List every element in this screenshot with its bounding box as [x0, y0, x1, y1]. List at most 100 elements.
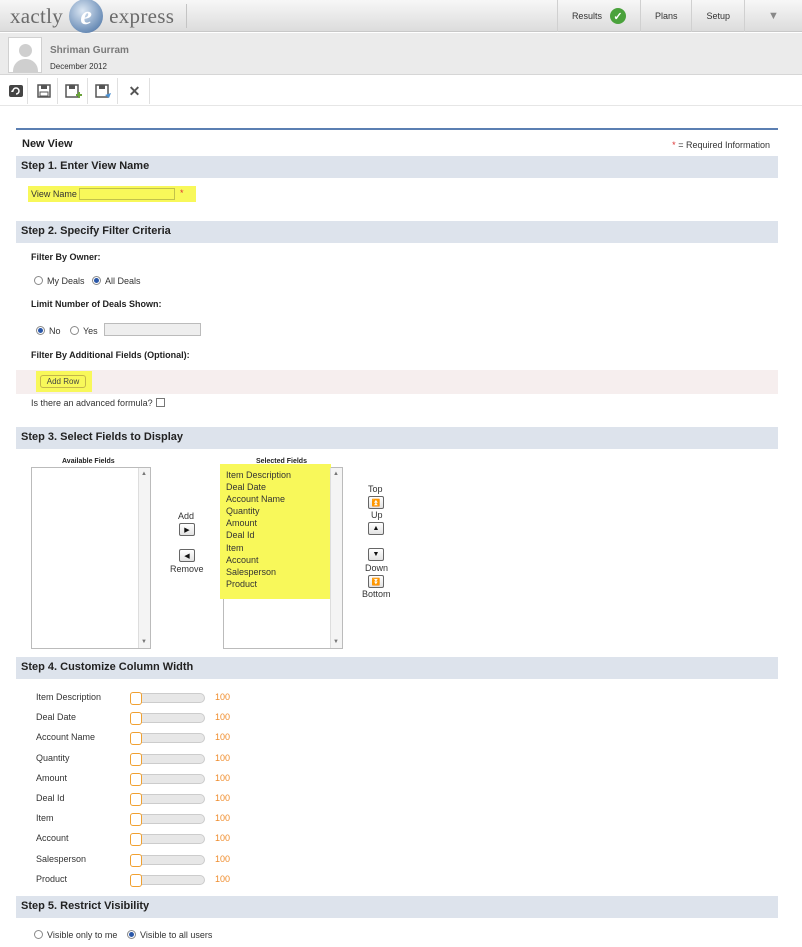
step4-header: Step 4. Customize Column Width: [16, 657, 778, 679]
move-top-button[interactable]: ⏫: [368, 496, 384, 509]
move-bottom-button[interactable]: ⏬: [368, 575, 384, 588]
selected-field-item[interactable]: Amount: [226, 517, 291, 529]
available-fields-label: Available Fields: [62, 458, 115, 465]
add-row-button[interactable]: Add Row: [40, 375, 86, 388]
visibility-option-me[interactable]: Visible only to me: [34, 930, 117, 940]
column-width-slider[interactable]: [130, 772, 205, 786]
close-button[interactable]: ✕: [120, 78, 150, 104]
selected-field-item[interactable]: Deal Id: [226, 529, 291, 541]
nav-results[interactable]: Results ✓: [556, 0, 640, 32]
selected-fields-scrollbar[interactable]: ▲ ▼: [330, 468, 342, 648]
selected-field-item[interactable]: Account: [226, 554, 291, 566]
limit-count-input[interactable]: [104, 323, 201, 336]
additional-fields-label: Filter By Additional Fields (Optional):: [31, 350, 190, 360]
column-width-label: Item Description: [36, 692, 102, 702]
column-width-slider[interactable]: [130, 752, 205, 766]
remove-field-button[interactable]: ◀: [179, 549, 195, 562]
nav-setup[interactable]: Setup: [691, 0, 744, 32]
selected-field-item[interactable]: Deal Date: [226, 481, 291, 493]
form-title: New View: [22, 138, 73, 150]
column-width-slider[interactable]: [130, 732, 205, 746]
logo-e-icon: e: [69, 0, 104, 33]
move-down-button[interactable]: ▼: [368, 548, 384, 561]
form-header: New View * = Required Information: [16, 130, 778, 156]
top-header: xactly e express Results ✓ Plans Setup ▼: [0, 0, 802, 33]
check-icon: ✓: [609, 8, 626, 24]
selected-field-item[interactable]: Product: [226, 578, 291, 590]
limit-option-no[interactable]: No: [36, 326, 61, 336]
slider-handle[interactable]: [130, 873, 142, 887]
avatar[interactable]: [8, 37, 42, 73]
save-new-button[interactable]: [60, 78, 88, 104]
column-width-value: 100: [215, 692, 231, 702]
advanced-formula-row: Is there an advanced formula?: [31, 398, 165, 408]
column-width-label: Account: [36, 833, 69, 844]
nav-plans[interactable]: Plans: [639, 0, 692, 32]
slider-handle[interactable]: [130, 813, 142, 827]
available-fields-list[interactable]: ▲ ▼: [31, 467, 151, 649]
header-divider: [186, 4, 187, 28]
selected-field-item[interactable]: Salesperson: [226, 566, 291, 578]
refresh-button[interactable]: [4, 78, 28, 104]
owner-option-my-deals[interactable]: My Deals: [34, 276, 85, 286]
slider-handle[interactable]: [130, 692, 142, 705]
selected-field-item[interactable]: Item Description: [226, 469, 291, 481]
selected-field-item[interactable]: Account Name: [226, 493, 291, 505]
save-as-button[interactable]: [90, 78, 118, 104]
xactly-logo[interactable]: xactly e express: [10, 0, 174, 33]
step2-title: Step 2. Specify Filter Criteria: [21, 225, 171, 237]
step1-header: Step 1. Enter View Name: [16, 156, 778, 178]
column-width-value: 100: [215, 833, 231, 844]
selected-field-item[interactable]: Quantity: [226, 505, 291, 517]
slider-handle[interactable]: [130, 712, 142, 726]
slider-handle[interactable]: [130, 793, 142, 806]
visible-to-all-radio[interactable]: [127, 930, 136, 939]
my-deals-radio[interactable]: [34, 276, 43, 285]
column-width-label: Account Name: [36, 732, 96, 743]
column-width-slider[interactable]: [130, 813, 205, 827]
column-width-slider[interactable]: [130, 712, 205, 726]
required-note-text: = Required Information: [678, 140, 770, 150]
add-label: Add: [178, 511, 195, 521]
column-width-slider[interactable]: [130, 692, 205, 705]
down-arrow-icon: ▼: [372, 551, 380, 558]
column-width-slider[interactable]: [130, 873, 205, 887]
slider-handle[interactable]: [130, 752, 142, 766]
view-name-input[interactable]: [79, 188, 175, 200]
selected-field-item[interactable]: Item: [226, 542, 291, 554]
visible-to-all-label: Visible to all users: [140, 930, 213, 940]
available-fields-scrollbar[interactable]: ▲ ▼: [138, 468, 150, 648]
visibility-option-all[interactable]: Visible to all users: [127, 930, 212, 940]
required-star: *: [672, 140, 676, 150]
logo-text-left: xactly: [10, 3, 64, 28]
owner-option-all-deals[interactable]: All Deals: [92, 276, 141, 286]
view-name-required-star: *: [180, 188, 184, 198]
limit-yes-radio[interactable]: [70, 326, 79, 335]
column-width-slider[interactable]: [130, 853, 205, 867]
visible-to-me-label: Visible only to me: [47, 930, 118, 940]
slider-handle[interactable]: [130, 772, 142, 786]
move-up-button[interactable]: ▲: [368, 522, 384, 535]
limit-option-yes[interactable]: Yes: [70, 326, 98, 336]
new-view-form: New View * = Required Information Step 1…: [16, 128, 778, 946]
save-new-icon: [64, 84, 82, 98]
limit-no-radio[interactable]: [36, 326, 45, 335]
advanced-formula-checkbox[interactable]: [155, 398, 165, 407]
toolbar: ✕: [0, 76, 802, 106]
save-button[interactable]: [30, 78, 58, 104]
nav-menu-chevron-icon[interactable]: ▼: [744, 0, 802, 32]
left-arrow-icon: ◀: [184, 552, 190, 560]
column-width-slider[interactable]: [130, 793, 205, 806]
slider-handle[interactable]: [130, 853, 142, 867]
all-deals-label: All Deals: [105, 276, 141, 286]
all-deals-radio[interactable]: [92, 276, 101, 285]
column-width-label: Item: [36, 813, 54, 824]
column-width-value: 100: [215, 732, 231, 743]
slider-handle[interactable]: [130, 833, 142, 847]
column-width-slider[interactable]: [130, 833, 205, 847]
filter-rows-area: [16, 370, 778, 394]
visible-to-me-radio[interactable]: [34, 930, 43, 939]
slider-handle[interactable]: [130, 732, 142, 746]
add-field-button[interactable]: ▶: [179, 523, 195, 536]
selected-fields-list[interactable]: Item Description Deal Date Account Name Qua…: [220, 464, 343, 649]
